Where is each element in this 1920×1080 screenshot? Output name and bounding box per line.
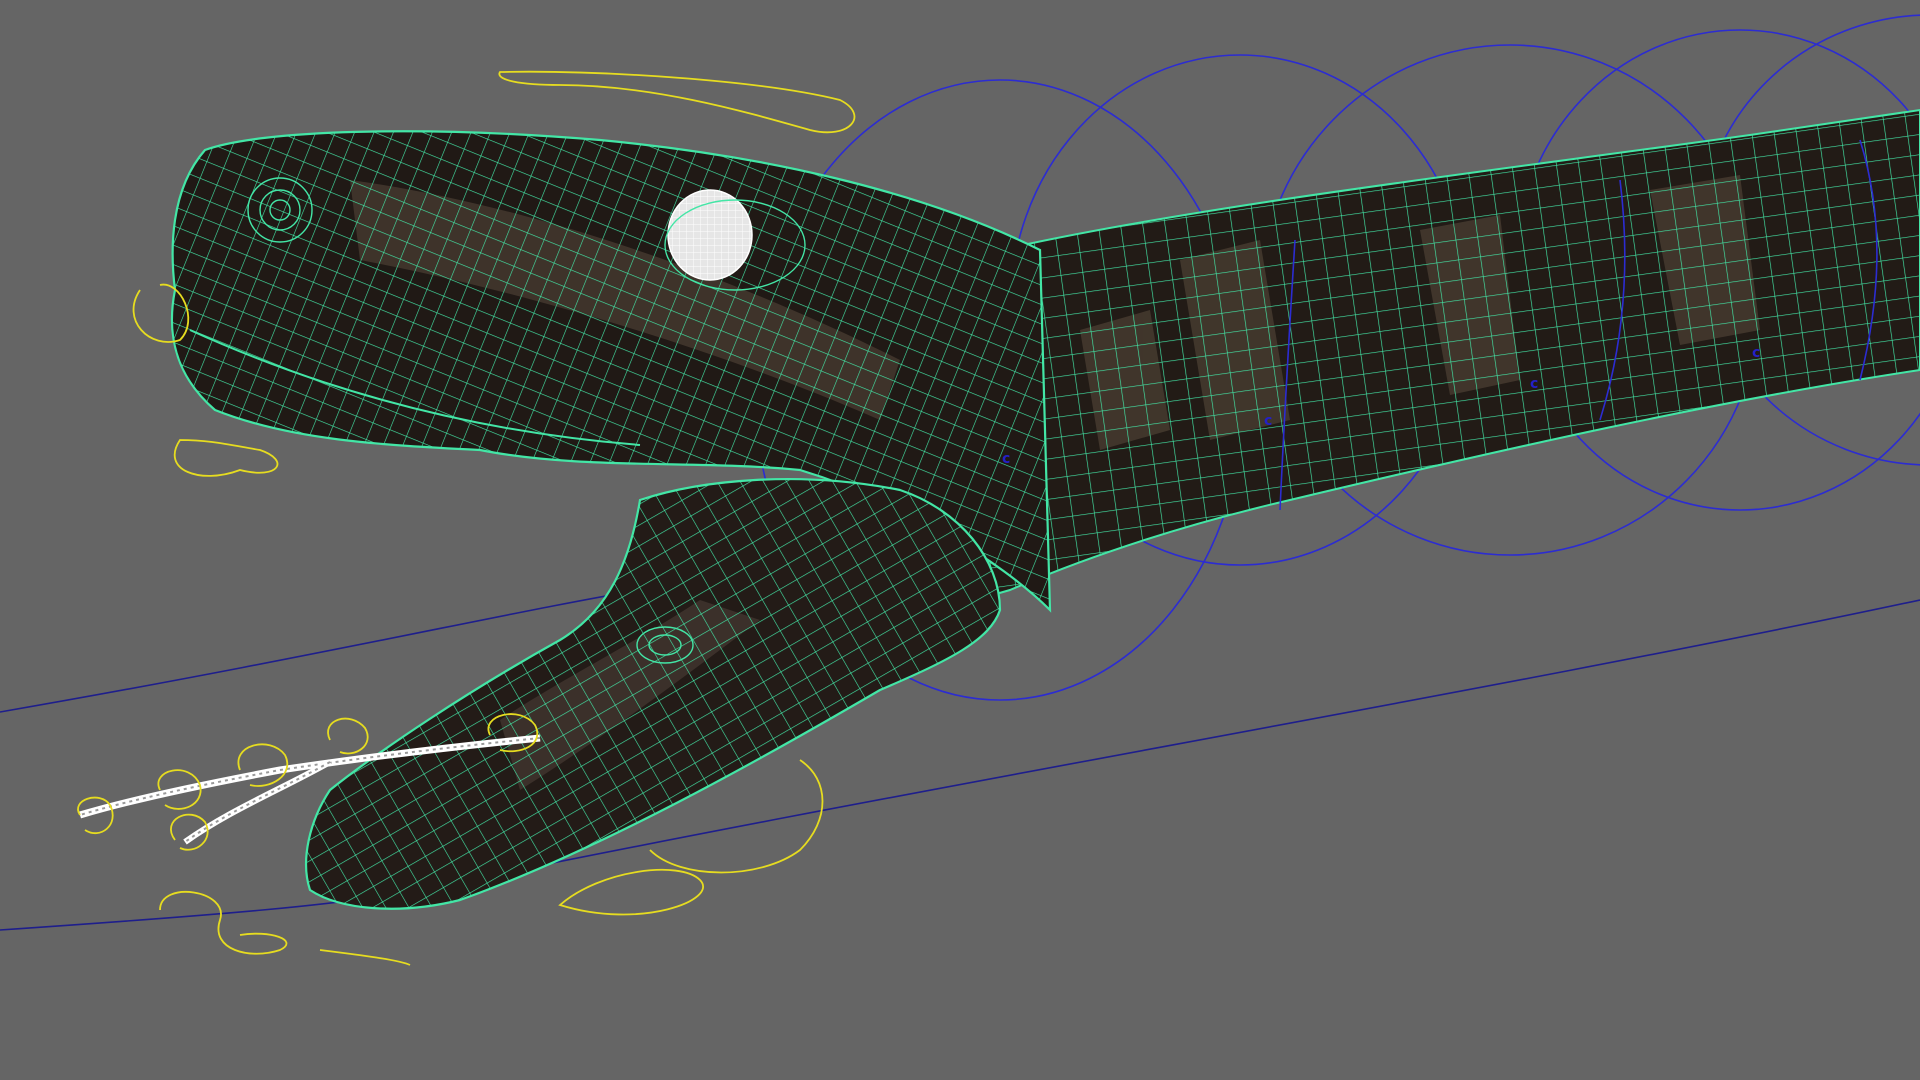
face-control-chin <box>159 890 288 955</box>
joint-marker-4: c <box>1752 345 1760 361</box>
snake-mesh[interactable] <box>150 100 1920 930</box>
viewport-canvas[interactable]: c c c c <box>0 0 1920 1080</box>
body-wireframe <box>980 110 1920 610</box>
jaw-wireframe <box>306 479 1000 909</box>
face-control-brow <box>498 70 856 134</box>
face-control-tongue-4 <box>327 717 369 755</box>
joint-marker-3: c <box>1530 376 1538 392</box>
face-control-jaw-side <box>558 869 704 916</box>
3d-viewport[interactable]: c c c c <box>0 0 1920 1080</box>
face-control-snout-lower <box>173 439 279 477</box>
joint-marker-2: c <box>1264 413 1272 429</box>
joint-marker-1: c <box>1002 451 1010 467</box>
face-control-chin-tip <box>319 949 411 966</box>
